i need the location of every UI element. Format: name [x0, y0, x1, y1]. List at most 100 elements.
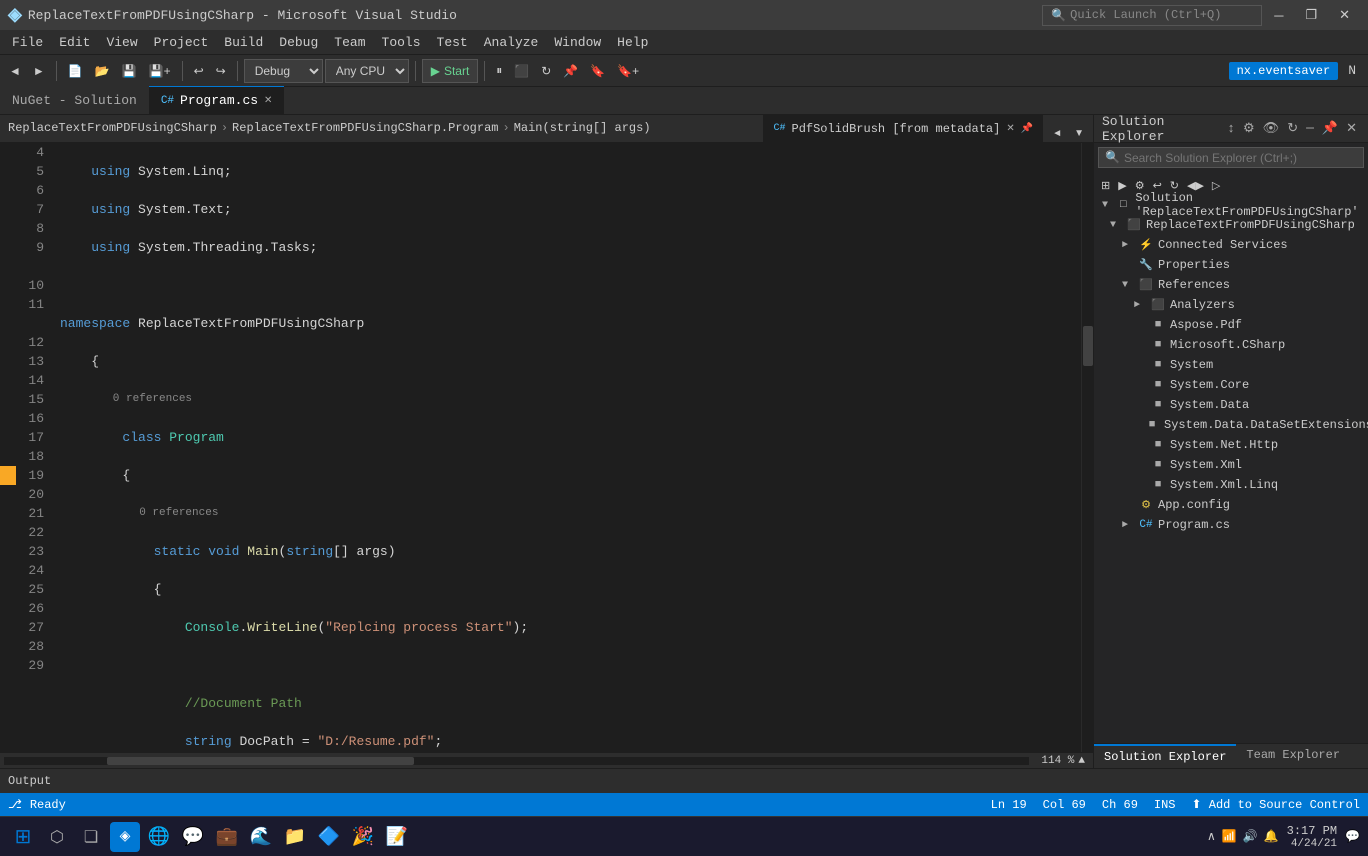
notification-center[interactable]: 💬 — [1345, 829, 1360, 844]
se-ref-system[interactable]: ■ System — [1094, 355, 1368, 375]
forward-button[interactable]: ► — [28, 61, 50, 81]
breadcrumb-method[interactable]: Main(string[] args) — [514, 121, 651, 135]
menu-file[interactable]: File — [4, 32, 51, 53]
metadata-tab-pin[interactable]: 📌 — [1021, 123, 1033, 135]
taskbar-edge[interactable]: 🌊 — [246, 822, 276, 852]
toolbar-btn-2[interactable]: ⬛ — [509, 61, 534, 81]
tab-team-explorer[interactable]: Team Explorer — [1236, 744, 1350, 768]
se-connected-services[interactable]: ► ⚡ Connected Services — [1094, 235, 1368, 255]
back-button[interactable]: ◄ — [4, 61, 26, 81]
taskbar-party[interactable]: 🎉 — [348, 822, 378, 852]
code-text[interactable]: using System.Linq; using System.Text; us… — [52, 143, 1081, 752]
h-scrollbar-thumb[interactable] — [107, 757, 415, 765]
menu-edit[interactable]: Edit — [51, 32, 98, 53]
taskbar-chrome[interactable]: 🌐 — [144, 822, 174, 852]
se-toolbar-btn1[interactable]: ⊞ — [1098, 178, 1113, 193]
quick-launch[interactable]: 🔍 Quick Launch (Ctrl+Q) — [1042, 5, 1262, 26]
tray-network[interactable]: 📶 — [1222, 829, 1237, 844]
tab-dropdown[interactable]: ▼ — [1069, 125, 1089, 142]
menu-help[interactable]: Help — [609, 32, 656, 53]
menu-test[interactable]: Test — [429, 32, 476, 53]
menu-debug[interactable]: Debug — [271, 32, 326, 53]
se-toolbar-btn2[interactable]: ▶ — [1115, 178, 1129, 193]
se-ref-system-core[interactable]: ■ System.Core — [1094, 375, 1368, 395]
taskbar-sticky[interactable]: 📝 — [382, 822, 412, 852]
tab-nuget[interactable]: NuGet - Solution — [0, 86, 149, 114]
metadata-tab-close[interactable]: ✕ — [1006, 123, 1014, 135]
tray-sound[interactable]: 🔊 — [1243, 829, 1258, 844]
vertical-scrollbar[interactable] — [1081, 143, 1093, 752]
menu-window[interactable]: Window — [546, 32, 609, 53]
se-collapse-btn[interactable]: ─ — [1303, 121, 1317, 136]
se-pin-btn[interactable]: 📌 — [1319, 121, 1341, 136]
taskbar-lync[interactable]: 💼 — [212, 822, 242, 852]
breadcrumb-namespace[interactable]: ReplaceTextFromPDFUsingCSharp.Program — [232, 121, 498, 135]
add-to-source-control[interactable]: ⬆ Add to Source Control — [1192, 797, 1360, 812]
se-program-cs[interactable]: ► C# Program.cs — [1094, 515, 1368, 535]
se-ref-csharp[interactable]: ■ Microsoft.CSharp — [1094, 335, 1368, 355]
se-project[interactable]: ▼ ⬛ ReplaceTextFromPDFUsingCSharp — [1094, 215, 1368, 235]
toolbar-btn-6[interactable]: 🔖+ — [612, 61, 644, 81]
se-refresh-btn[interactable]: ↻ — [1284, 121, 1301, 136]
start-menu-button[interactable]: ⊞ — [8, 822, 38, 852]
se-search-input[interactable] — [1124, 151, 1357, 165]
taskbar-taskview[interactable]: ❏ — [76, 822, 106, 852]
menu-build[interactable]: Build — [216, 32, 271, 53]
config-dropdown[interactable]: Debug Release — [244, 59, 323, 83]
taskbar-skype[interactable]: 💬 — [178, 822, 208, 852]
taskbar-vs[interactable]: ◈ — [110, 822, 140, 852]
se-search-bar[interactable]: 🔍 — [1098, 147, 1364, 168]
redo-button[interactable]: ↪ — [211, 61, 231, 81]
code-editor[interactable]: 4 5 6 7 8 9 10 11 12 13 14 15 16 17 18 1… — [0, 143, 1093, 752]
start-button[interactable]: ▶ Start — [422, 59, 479, 83]
clock[interactable]: 3:17 PM 4/24/21 — [1287, 824, 1337, 850]
restore-button[interactable]: ❐ — [1295, 3, 1327, 27]
toolbar-btn-1[interactable]: ⏸ — [491, 60, 507, 81]
menu-team[interactable]: Team — [326, 32, 373, 53]
menu-view[interactable]: View — [98, 32, 145, 53]
scrollbar-thumb[interactable] — [1083, 326, 1093, 366]
open-button[interactable]: 📂 — [90, 61, 115, 81]
tab-nav-left[interactable]: ◄ — [1047, 125, 1067, 142]
h-scrollbar-track[interactable] — [4, 757, 1029, 765]
zoom-chevron[interactable]: ▲ — [1078, 755, 1085, 767]
se-properties[interactable]: 🔧 Properties — [1094, 255, 1368, 275]
se-sync-btn[interactable]: ↕ — [1224, 121, 1238, 136]
se-ref-system-data[interactable]: ■ System.Data — [1094, 395, 1368, 415]
tab-program[interactable]: C# Program.cs ✕ — [149, 86, 285, 114]
se-ref-xml[interactable]: ■ System.Xml — [1094, 455, 1368, 475]
undo-button[interactable]: ↩ — [189, 61, 209, 81]
se-analyzers[interactable]: ► ⬛ Analyzers — [1094, 295, 1368, 315]
se-app-config[interactable]: ⚙ App.config — [1094, 495, 1368, 515]
save-button[interactable]: 💾 — [117, 61, 142, 81]
tray-arrow[interactable]: ∧ — [1207, 829, 1216, 844]
zoom-value[interactable]: 114 % — [1041, 755, 1074, 767]
se-ref-aspose[interactable]: ■ Aspose.Pdf — [1094, 315, 1368, 335]
taskbar-vs2[interactable]: 🔷 — [314, 822, 344, 852]
toolbar-btn-5[interactable]: 🔖 — [585, 61, 610, 81]
tab-program-close[interactable]: ✕ — [264, 95, 272, 107]
se-references[interactable]: ▼ ⬛ References — [1094, 275, 1368, 295]
toolbar-btn-3[interactable]: ↻ — [536, 61, 556, 81]
minimize-button[interactable]: ─ — [1264, 4, 1293, 27]
breadcrumb-project[interactable]: ReplaceTextFromPDFUsingCSharp — [8, 121, 217, 135]
se-ref-xml-linq[interactable]: ■ System.Xml.Linq — [1094, 475, 1368, 495]
taskbar-search[interactable]: ⬡ — [42, 822, 72, 852]
se-ref-net-http[interactable]: ■ System.Net.Http — [1094, 435, 1368, 455]
se-preview-btn[interactable]: 👁 — [1260, 121, 1283, 136]
tray-notification[interactable]: 🔔 — [1264, 829, 1279, 844]
se-close-btn[interactable]: ✕ — [1343, 121, 1360, 136]
toolbar-btn-4[interactable]: 📌 — [558, 61, 583, 81]
se-solution[interactable]: ▼ □ Solution 'ReplaceTextFromPDFUsingCSh… — [1094, 195, 1368, 215]
menu-tools[interactable]: Tools — [374, 32, 429, 53]
se-ref-dataset-ext[interactable]: ■ System.Data.DataSetExtensions — [1094, 415, 1368, 435]
menu-analyze[interactable]: Analyze — [476, 32, 547, 53]
metadata-tab[interactable]: C# PdfSolidBrush [from metadata] ✕ 📌 — [763, 115, 1043, 142]
menu-project[interactable]: Project — [146, 32, 217, 53]
close-button[interactable]: ✕ — [1329, 3, 1360, 27]
platform-dropdown[interactable]: Any CPU — [325, 59, 409, 83]
tab-solution-explorer[interactable]: Solution Explorer — [1094, 744, 1236, 768]
taskbar-explorer[interactable]: 📁 — [280, 822, 310, 852]
new-project-button[interactable]: 📄 — [63, 61, 88, 81]
save-all-button[interactable]: 💾+ — [144, 61, 176, 81]
